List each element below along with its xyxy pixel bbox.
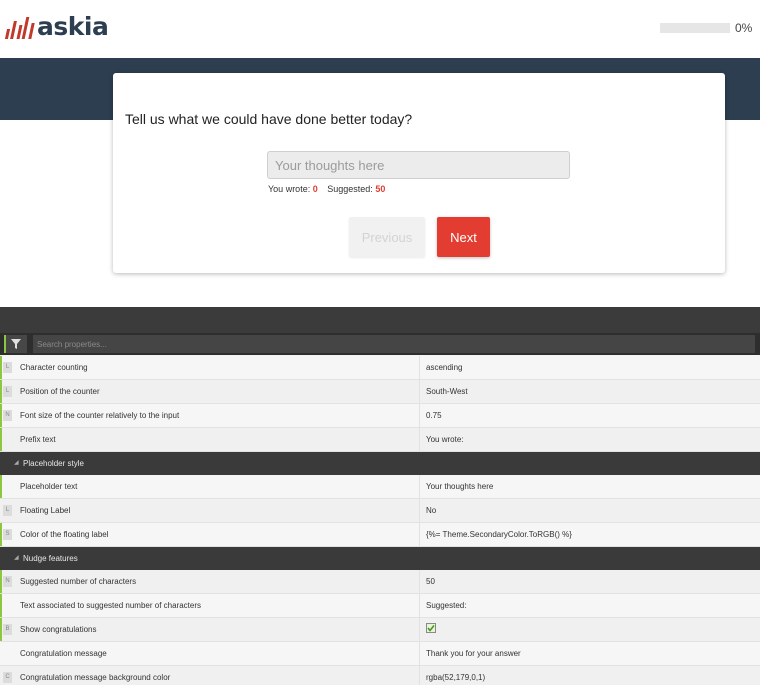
column-divider (419, 404, 420, 427)
type-badge: L (3, 362, 12, 373)
checkbox-check-icon (427, 625, 435, 632)
row-indicator (0, 594, 2, 617)
section-title: Placeholder style (23, 459, 84, 468)
property-label: Congratulation message (20, 649, 107, 658)
property-row[interactable]: L Position of the counter South-West (0, 380, 760, 404)
property-label: Suggested number of characters (20, 577, 137, 586)
property-label: Color of the floating label (20, 530, 109, 539)
logo-bars-icon (4, 13, 35, 39)
property-label: Show congratulations (20, 625, 97, 634)
property-list: L Character counting ascending L Position of… (0, 356, 760, 685)
property-label: Floating Label (20, 506, 71, 515)
counter-prefix: You wrote: (268, 184, 311, 194)
row-indicator (0, 570, 2, 593)
counter-suggested-count: 50 (375, 184, 386, 194)
property-label: Text associated to suggested number of c… (20, 601, 201, 610)
property-row[interactable]: C Congratulation message background color… (0, 666, 760, 685)
type-badge: L (3, 386, 12, 397)
next-button[interactable]: Next (437, 217, 490, 257)
row-indicator (0, 642, 2, 665)
property-value[interactable]: You wrote: (426, 435, 464, 444)
caret-down-icon: ◢ (14, 555, 19, 561)
counter-count: 0 (312, 184, 318, 194)
property-value[interactable]: No (426, 506, 436, 515)
row-indicator (0, 523, 2, 546)
property-label: Position of the counter (20, 387, 100, 396)
panel-toolbar (0, 307, 760, 333)
askia-logo: askia (4, 10, 109, 42)
column-divider (419, 570, 420, 593)
section-header[interactable]: ◢ Nudge features (0, 547, 760, 570)
property-label: Prefix text (20, 435, 56, 444)
property-row[interactable]: L Floating Label No (0, 499, 760, 523)
property-row[interactable]: Placeholder text Your thoughts here (0, 475, 760, 499)
type-badge: B (3, 624, 12, 635)
question-text: Tell us what we could have done better t… (125, 111, 413, 127)
type-badge: N (3, 410, 12, 421)
row-indicator (0, 475, 2, 498)
property-value[interactable]: ascending (426, 363, 462, 372)
property-row[interactable]: L Character counting ascending (0, 356, 760, 380)
property-row[interactable]: N Suggested number of characters 50 (0, 570, 760, 594)
column-divider (419, 499, 420, 522)
property-value[interactable]: Your thoughts here (426, 482, 493, 491)
counter-suggested-label: Suggested: (327, 184, 373, 194)
property-value[interactable]: 0.75 (426, 411, 442, 420)
column-divider (419, 666, 420, 685)
section-title: Nudge features (23, 554, 78, 563)
column-divider (419, 380, 420, 403)
row-indicator (0, 666, 2, 685)
search-properties-input[interactable] (33, 335, 755, 353)
row-indicator (0, 428, 2, 451)
caret-down-icon: ◢ (14, 460, 19, 466)
panel-search-bar (0, 333, 760, 355)
type-badge: L (3, 505, 12, 516)
type-badge: S (3, 529, 12, 540)
property-row[interactable]: S Color of the floating label {%= Theme.Se… (0, 523, 760, 547)
property-value[interactable]: {%= Theme.SecondaryColor.ToRGB() %} (426, 530, 572, 539)
property-value[interactable]: 50 (426, 577, 435, 586)
show-congratulations-checkbox[interactable] (426, 623, 436, 633)
filter-button[interactable] (4, 335, 27, 353)
property-value[interactable]: Suggested: (426, 601, 466, 610)
previous-button[interactable]: Previous (349, 217, 425, 257)
property-row[interactable]: N Font size of the counter relatively to … (0, 404, 760, 428)
property-label: Congratulation message background color (20, 673, 171, 682)
row-indicator (0, 380, 2, 403)
properties-panel: L Character counting ascending L Position of… (0, 307, 760, 685)
section-header[interactable]: ◢ Placeholder style (0, 452, 760, 475)
property-row[interactable]: Congratulation message Thank you for your… (0, 642, 760, 666)
property-value[interactable]: Thank you for your answer (426, 649, 521, 658)
row-indicator (0, 499, 2, 522)
column-divider (419, 642, 420, 665)
progress-label: 0% (735, 21, 753, 35)
character-counter: You wrote: 0 Suggested: 50 (268, 184, 385, 194)
column-divider (419, 356, 420, 379)
property-row[interactable]: B Show congratulations (0, 618, 760, 642)
property-row[interactable]: Text associated to suggested number of c… (0, 594, 760, 618)
property-value[interactable]: rgba(52,179,0,1) (426, 673, 485, 682)
filter-icon (11, 339, 21, 349)
row-indicator (0, 404, 2, 427)
property-label: Placeholder text (20, 482, 78, 491)
column-divider (419, 618, 420, 641)
row-indicator (0, 356, 2, 379)
type-badge: N (3, 576, 12, 587)
progress-bar (660, 23, 730, 33)
column-divider (419, 594, 420, 617)
property-label: Font size of the counter relatively to t… (20, 411, 180, 420)
question-card: Tell us what we could have done better t… (113, 73, 725, 273)
column-divider (419, 475, 420, 498)
column-divider (419, 523, 420, 546)
row-indicator (0, 618, 2, 641)
type-badge: C (3, 672, 12, 683)
column-divider (419, 428, 420, 451)
property-value[interactable]: South-West (426, 387, 468, 396)
answer-input[interactable] (267, 151, 570, 179)
property-label: Character counting (20, 363, 88, 372)
property-row[interactable]: Prefix text You wrote: (0, 428, 760, 452)
logo-text: askia (37, 11, 109, 41)
